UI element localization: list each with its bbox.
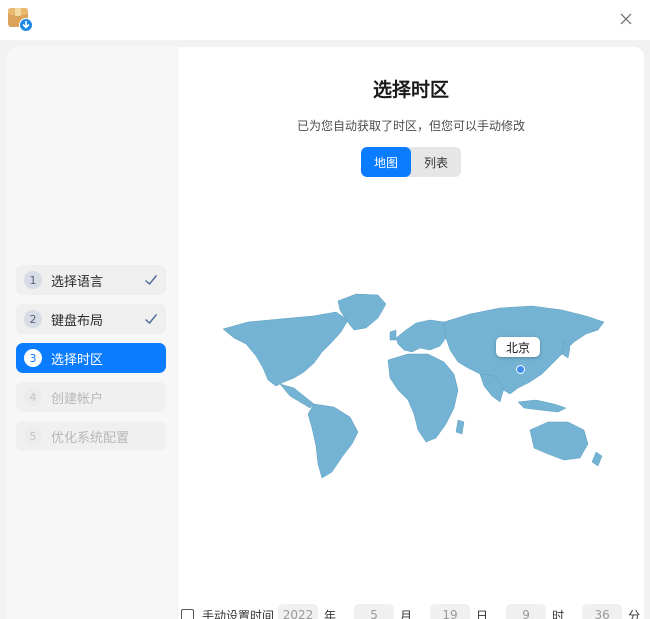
tab-list[interactable]: 列表 bbox=[411, 147, 461, 177]
checkmark-icon bbox=[145, 314, 158, 325]
landmass-new-zealand bbox=[591, 451, 603, 467]
package-download-icon bbox=[8, 8, 33, 32]
step-number: 4 bbox=[24, 388, 42, 406]
steps-list: 1 选择语言 2 键盘布局 3 选择时区 4 创建帐户 5 优化系统配置 bbox=[16, 265, 166, 460]
landmass-north-america bbox=[222, 311, 349, 387]
month-field[interactable]: 5 bbox=[354, 604, 395, 619]
tab-map[interactable]: 地图 bbox=[361, 147, 411, 177]
step-label: 优化系统配置 bbox=[51, 430, 130, 446]
checkmark-icon bbox=[145, 275, 158, 286]
close-icon bbox=[620, 13, 632, 25]
step-number: 3 bbox=[24, 349, 42, 367]
minute-field[interactable]: 36 bbox=[582, 604, 623, 619]
page-subtitle: 已为您自动获取了时区，但您可以手动修改 bbox=[296, 119, 525, 133]
landmass-africa bbox=[387, 353, 459, 443]
step-label: 创建帐户 bbox=[51, 391, 104, 407]
year-field[interactable]: 2022 bbox=[278, 604, 319, 619]
step-label: 键盘布局 bbox=[51, 313, 104, 329]
landmass-south-america bbox=[307, 403, 359, 479]
step-optimize-system: 5 优化系统配置 bbox=[16, 421, 166, 451]
step-number: 2 bbox=[24, 310, 42, 328]
world-map[interactable] bbox=[218, 292, 608, 487]
year-unit: 年 bbox=[324, 608, 337, 619]
manual-time-label: 手动设置时间 bbox=[202, 608, 275, 619]
close-button[interactable] bbox=[616, 9, 636, 29]
page-title: 选择时区 bbox=[372, 79, 449, 101]
step-create-account: 4 创建帐户 bbox=[16, 382, 166, 412]
step-label: 选择语言 bbox=[51, 274, 104, 290]
step-label: 选择时区 bbox=[51, 352, 104, 368]
step-select-timezone[interactable]: 3 选择时区 bbox=[16, 343, 166, 373]
step-number: 1 bbox=[24, 271, 42, 289]
minute-unit: 分 bbox=[628, 608, 641, 619]
hour-field[interactable]: 9 bbox=[506, 604, 547, 619]
manual-time-checkbox[interactable] bbox=[181, 608, 194, 619]
landmass-indonesia bbox=[517, 399, 567, 413]
month-unit: 月 bbox=[400, 608, 413, 619]
title-bar bbox=[0, 0, 650, 40]
city-label: 北京 bbox=[496, 337, 541, 357]
location-marker-icon[interactable] bbox=[516, 365, 525, 374]
timezone-panel: 选择时区 已为您自动获取了时区，但您可以手动修改 地图 列表 北京 手动设置时间… bbox=[178, 47, 644, 619]
landmass-europe bbox=[395, 319, 451, 353]
landmass-madagascar bbox=[455, 419, 465, 435]
view-toggle: 地图 列表 bbox=[361, 147, 461, 177]
day-field[interactable]: 19 bbox=[430, 604, 471, 619]
day-unit: 日 bbox=[476, 608, 489, 619]
landmass-central-america bbox=[279, 383, 315, 409]
step-select-language[interactable]: 1 选择语言 bbox=[16, 265, 166, 295]
landmass-uk bbox=[389, 329, 397, 341]
setup-sidebar: 1 选择语言 2 键盘布局 3 选择时区 4 创建帐户 5 优化系统配置 bbox=[7, 47, 177, 619]
step-keyboard-layout[interactable]: 2 键盘布局 bbox=[16, 304, 166, 334]
manual-time-row: 手动设置时间 2022 年 5 月 19 日 9 时 36 分 bbox=[181, 604, 641, 619]
hour-unit: 时 bbox=[552, 608, 565, 619]
step-number: 5 bbox=[24, 427, 42, 445]
landmass-australia bbox=[529, 421, 589, 461]
